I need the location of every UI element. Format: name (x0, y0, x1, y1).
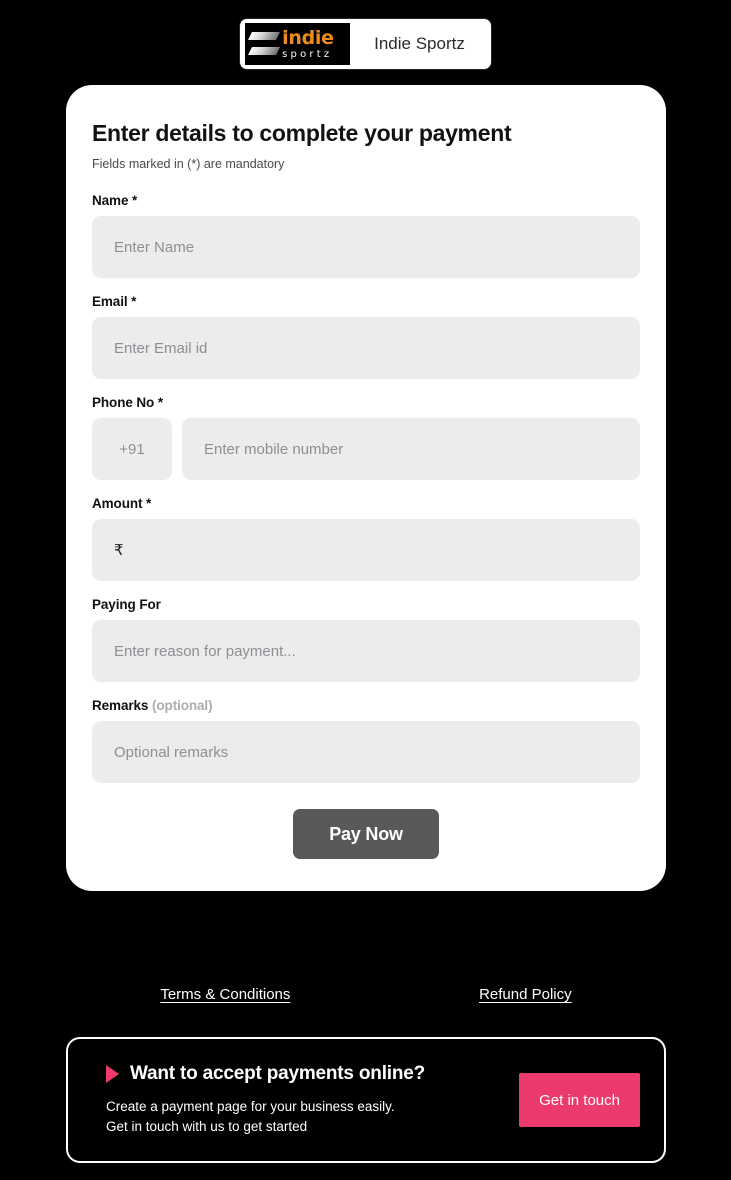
field-paying-for: Paying For (92, 597, 640, 682)
phone-input[interactable] (182, 418, 640, 480)
logo-indie-text: indie (282, 27, 334, 49)
page-title: Enter details to complete your payment (92, 120, 512, 146)
remarks-label: Remarks (optional) (92, 698, 640, 713)
field-amount: Amount * ₹ (92, 496, 640, 581)
remarks-optional-text: (optional) (152, 698, 213, 713)
promo-heading: Want to accept payments online? (130, 1063, 426, 1084)
footer-links: Terms & Conditions Refund Policy (66, 986, 666, 1003)
paying-for-input[interactable] (92, 620, 640, 682)
amount-input[interactable] (92, 519, 640, 581)
paying-for-label: Paying For (92, 597, 161, 612)
name-label: Name * (92, 193, 138, 208)
logo-wordmark: indie sportz (282, 28, 334, 61)
promo-line-2: Get in touch with us to get started (106, 1119, 308, 1134)
field-email: Email * (92, 294, 640, 379)
brand-pill: indie sportz Indie Sportz (240, 19, 491, 69)
remarks-label-text: Remarks (92, 698, 149, 713)
name-input[interactable] (92, 216, 640, 278)
brand-name: Indie Sportz (374, 34, 465, 53)
mandatory-note: Fields marked in (*) are mandatory (92, 157, 285, 171)
promo-text-block: Want to accept payments online? Create a… (106, 1063, 519, 1137)
terms-conditions-link[interactable]: Terms & Conditions (160, 986, 290, 1003)
indie-sportz-logo-icon: indie sportz (245, 23, 351, 65)
amount-wrap: ₹ (92, 519, 640, 581)
payment-form-card: Enter details to complete your payment F… (66, 85, 666, 891)
country-code-box[interactable]: +91 (92, 418, 172, 480)
get-in-touch-button[interactable]: Get in touch (519, 1073, 640, 1127)
promo-banner: Want to accept payments online? Create a… (66, 1037, 666, 1163)
field-name: Name * (92, 193, 640, 278)
email-label: Email * (92, 294, 137, 309)
field-phone: Phone No * +91 (92, 395, 640, 480)
pay-now-button[interactable]: Pay Now (293, 809, 439, 859)
promo-line-1: Create a payment page for your business … (106, 1099, 395, 1114)
triangle-arrow-icon (106, 1065, 119, 1083)
brand-header: indie sportz Indie Sportz (0, 19, 731, 69)
amount-label: Amount * (92, 496, 152, 511)
refund-policy-link[interactable]: Refund Policy (479, 986, 572, 1003)
field-remarks: Remarks (optional) (92, 698, 640, 783)
phone-row: +91 (92, 418, 640, 480)
payment-page: indie sportz Indie Sportz Enter details … (0, 0, 731, 1180)
promo-heading-row: Want to accept payments online? (106, 1063, 519, 1085)
email-input[interactable] (92, 317, 640, 379)
phone-label: Phone No * (92, 395, 164, 410)
logo-slash-lower-icon (248, 47, 281, 55)
pay-button-row: Pay Now (92, 809, 640, 859)
logo-sportz-text: sportz (282, 49, 333, 60)
remarks-input[interactable] (92, 721, 640, 783)
logo-slash-upper-icon (248, 32, 281, 40)
